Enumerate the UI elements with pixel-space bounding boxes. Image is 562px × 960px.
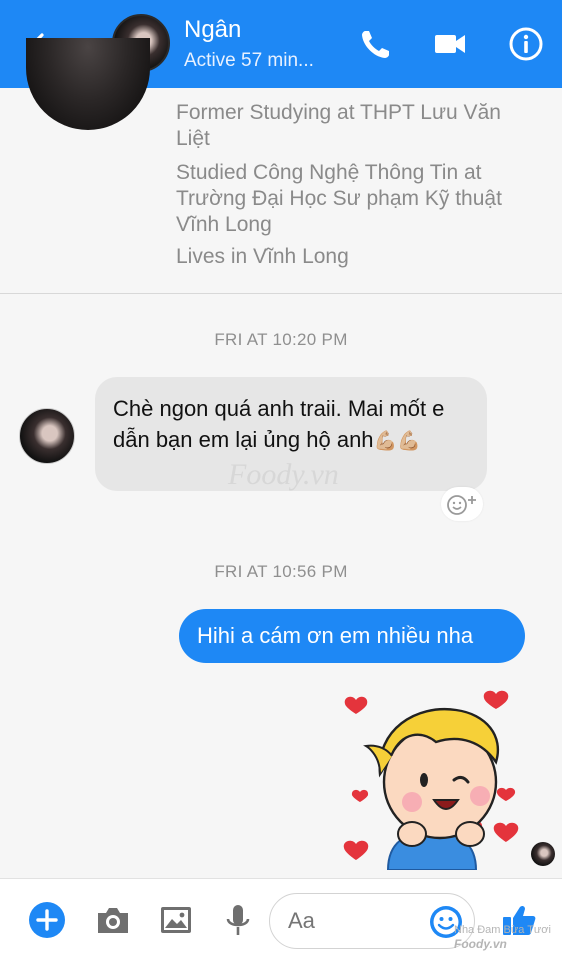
heart-icon [344,696,368,714]
contact-status: Active 57 min... [184,50,314,71]
heart-icon [496,787,516,801]
image-icon[interactable] [157,901,195,939]
profile-location: Lives in Vĩnh Long [176,245,349,268]
heart-icon [483,690,509,709]
outgoing-message-bubble[interactable]: Hihi a cám ơn em nhiều nha [179,609,525,663]
profile-intro: Former Studying at THPT Lưu Văn Liệt Stu… [0,38,562,294]
heart-icon [351,789,369,802]
boy-sticker[interactable] [336,684,526,870]
foody-watermark: Foody.vn [228,458,339,491]
sender-avatar[interactable] [19,408,75,464]
shop-watermark: Nha Đam Bừa Tươi [454,924,551,936]
info-icon[interactable] [506,24,546,64]
plus-icon[interactable] [28,901,66,939]
flexed-biceps-emoji: 💪🏼💪🏼 [373,431,421,452]
foody-logo-watermark: Foody.vn [454,937,507,951]
video-camera-icon[interactable] [430,24,470,64]
microphone-icon[interactable] [219,901,257,939]
message-timestamp: FRI AT 10:20 PM [214,330,348,349]
message-timestamp: FRI AT 10:56 PM [214,562,348,581]
heart-icon [493,822,519,842]
profile-photo [26,38,150,130]
seen-receipt-avatar [531,842,555,866]
profile-school: Former Studying at THPT Lưu Văn Liệt [176,101,501,150]
add-reaction-icon[interactable] [441,487,483,521]
contact-name[interactable]: Ngân [184,16,241,44]
heart-icon [343,840,369,860]
camera-icon[interactable] [94,901,132,939]
profile-university: Studied Công Nghệ Thông Tin at Trường Đạ… [176,161,502,236]
phone-icon[interactable] [356,24,396,64]
